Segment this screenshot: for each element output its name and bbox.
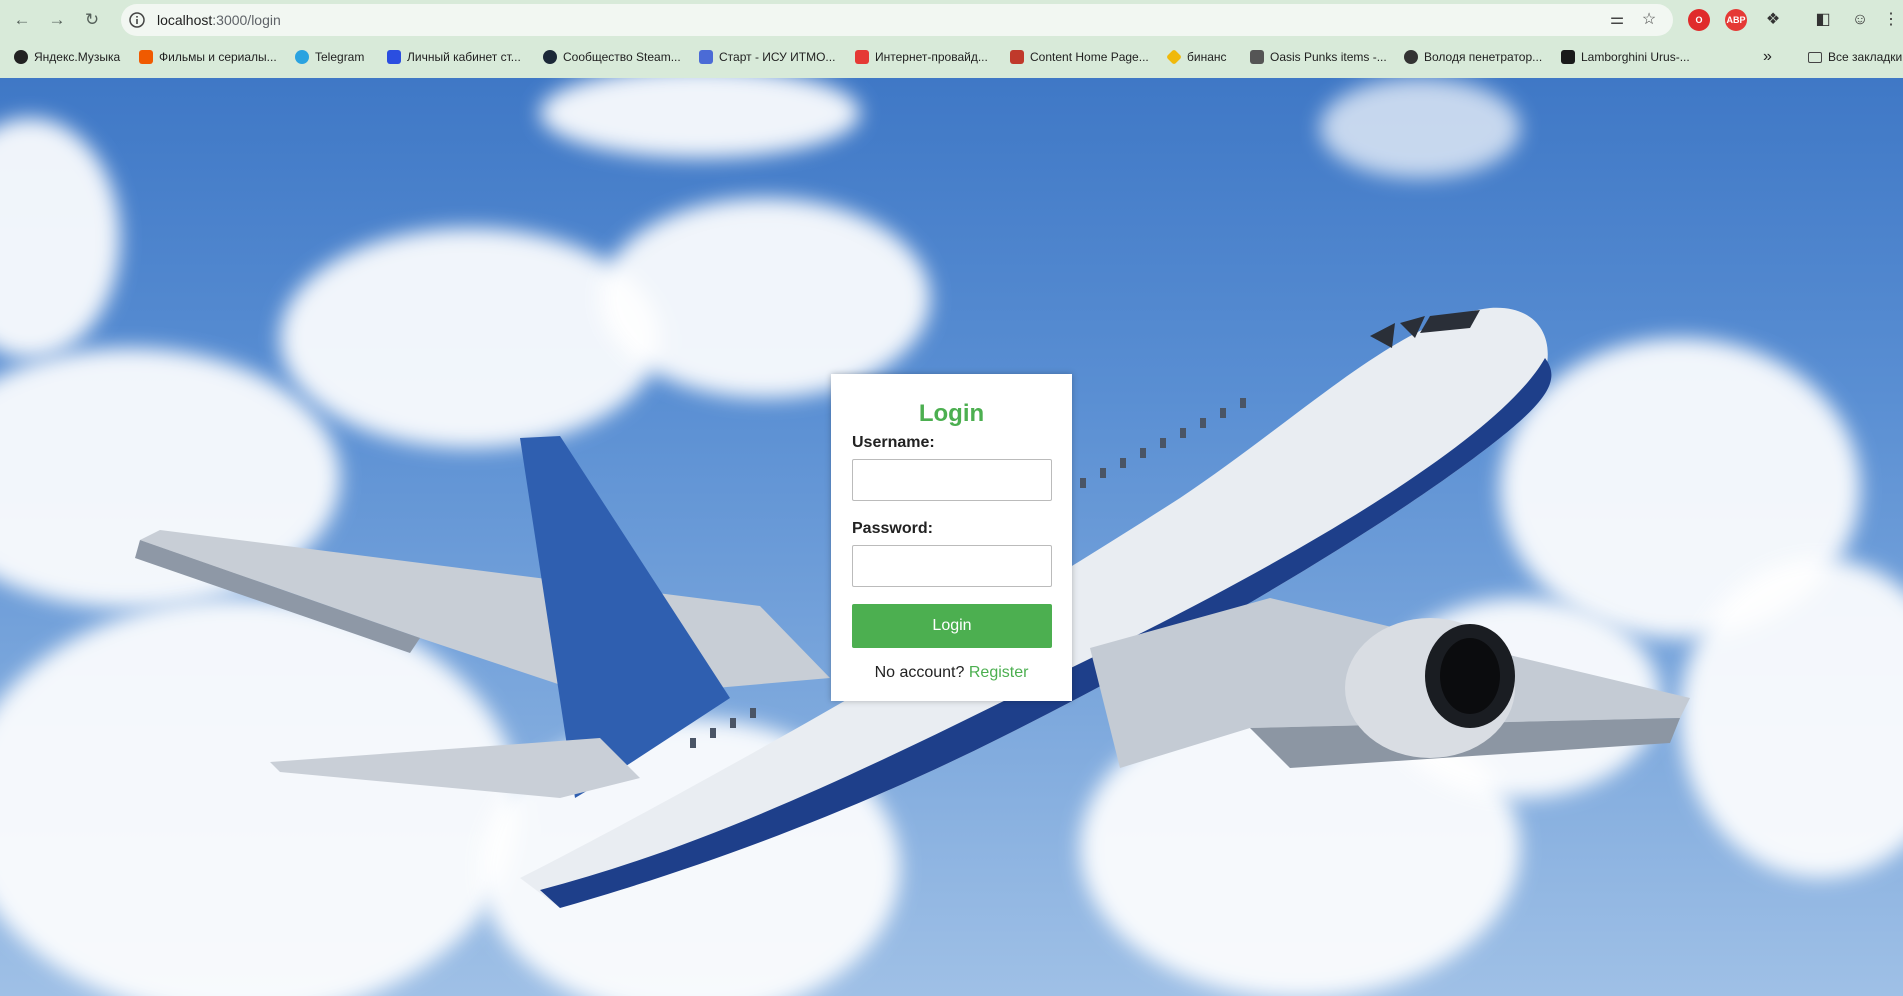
bookmark-item[interactable]: Яндекс.Музыка (14, 48, 120, 66)
bookmark-item[interactable]: Володя пенетратор... (1404, 48, 1542, 66)
itmo-icon (699, 50, 713, 64)
lamborghini-icon (1561, 50, 1575, 64)
bookmark-item[interactable]: Lamborghini Urus-... (1561, 48, 1690, 66)
extensions-puzzle-icon[interactable]: ❖ (1762, 9, 1784, 31)
bookmark-label: Старт - ИСУ ИТМО... (719, 50, 836, 64)
bookmark-item[interactable]: Telegram (295, 48, 364, 66)
username-label: Username: (852, 434, 935, 451)
bookmark-item[interactable]: Старт - ИСУ ИТМО... (699, 48, 835, 66)
yandex-music-icon (14, 50, 28, 64)
kinopoisk-icon (139, 50, 153, 64)
all-bookmarks-label: Все закладки (1828, 50, 1903, 64)
forward-icon[interactable]: → (45, 8, 69, 32)
github-icon (1404, 50, 1418, 64)
opera-extension-icon[interactable]: O (1688, 9, 1710, 31)
oasis-punks-icon (1250, 50, 1264, 64)
bookmark-label: бинанс (1187, 50, 1227, 64)
translate-icon[interactable]: ⚌ (1607, 10, 1627, 30)
username-input[interactable] (852, 459, 1052, 501)
register-prompt: No account? Register (831, 664, 1072, 682)
bookmarks-overflow-icon[interactable]: » (1763, 48, 1772, 66)
telegram-icon (295, 50, 309, 64)
bookmark-item[interactable]: Content Home Page... (1010, 48, 1149, 66)
reload-icon[interactable]: ↻ (80, 8, 104, 32)
content-home-icon (1010, 50, 1024, 64)
url-path: :3000/login (212, 12, 281, 28)
password-input[interactable] (852, 545, 1052, 587)
login-button[interactable]: Login (852, 604, 1052, 648)
bookmark-label: Content Home Page... (1030, 50, 1149, 64)
register-link[interactable]: Register (969, 664, 1029, 681)
address-bar[interactable]: localhost:3000/login ⚌ ☆ (121, 4, 1673, 36)
binance-icon (1166, 49, 1182, 65)
bookmark-item[interactable]: Сообщество Steam... (543, 48, 681, 66)
steam-icon (543, 50, 557, 64)
bookmark-label: Oasis Punks items -... (1270, 50, 1387, 64)
side-panel-icon[interactable]: ◧ (1812, 9, 1834, 31)
browser-chrome: ← → ↻ localhost:3000/login ⚌ ☆ O ABP ❖ ◧… (0, 0, 1903, 78)
bookmarks-bar: Яндекс.Музыка Фильмы и сериалы... Telegr… (0, 40, 1903, 74)
site-info-icon[interactable] (129, 12, 145, 28)
bookmark-label: Lamborghini Urus-... (1581, 50, 1690, 64)
bookmark-label: Личный кабинет ст... (407, 50, 521, 64)
bookmark-label: Интернет-провайд... (875, 50, 988, 64)
bookmark-item[interactable]: Oasis Punks items -... (1250, 48, 1387, 66)
back-icon[interactable]: ← (10, 8, 34, 32)
password-label: Password: (852, 520, 933, 537)
bookmark-item[interactable]: Личный кабинет ст... (387, 48, 521, 66)
login-card: Login Username: Password: Login No accou… (831, 374, 1072, 701)
profile-avatar-icon[interactable]: ☺ (1849, 9, 1871, 31)
bookmark-label: Володя пенетратор... (1424, 50, 1543, 64)
bookmark-label: Фильмы и сериалы... (159, 50, 277, 64)
bookmark-item[interactable]: Фильмы и сериалы... (139, 48, 277, 66)
bookmark-label: Яндекс.Музыка (34, 50, 121, 64)
adblock-extension-icon[interactable]: ABP (1725, 9, 1747, 31)
login-page: Login Username: Password: Login No accou… (0, 78, 1903, 996)
folder-icon (1808, 51, 1822, 63)
browser-toolbar: ← → ↻ localhost:3000/login ⚌ ☆ O ABP ❖ ◧… (0, 0, 1903, 40)
bookmark-label: Сообщество Steam... (563, 50, 681, 64)
url-text[interactable]: localhost:3000/login (157, 12, 281, 28)
browser-menu-icon[interactable]: ⋮ (1880, 9, 1902, 31)
provider-icon (855, 50, 869, 64)
bookmark-item[interactable]: бинанс (1166, 48, 1227, 66)
cabinet-icon (387, 50, 401, 64)
no-account-text: No account? (874, 664, 965, 681)
all-bookmarks-folder[interactable]: Все закладки (1808, 48, 1902, 66)
bookmark-label: Telegram (315, 50, 365, 64)
bookmark-item[interactable]: Интернет-провайд... (855, 48, 988, 66)
bookmark-star-icon[interactable]: ☆ (1639, 10, 1659, 30)
login-title: Login (918, 400, 985, 427)
url-host: localhost (157, 12, 213, 28)
